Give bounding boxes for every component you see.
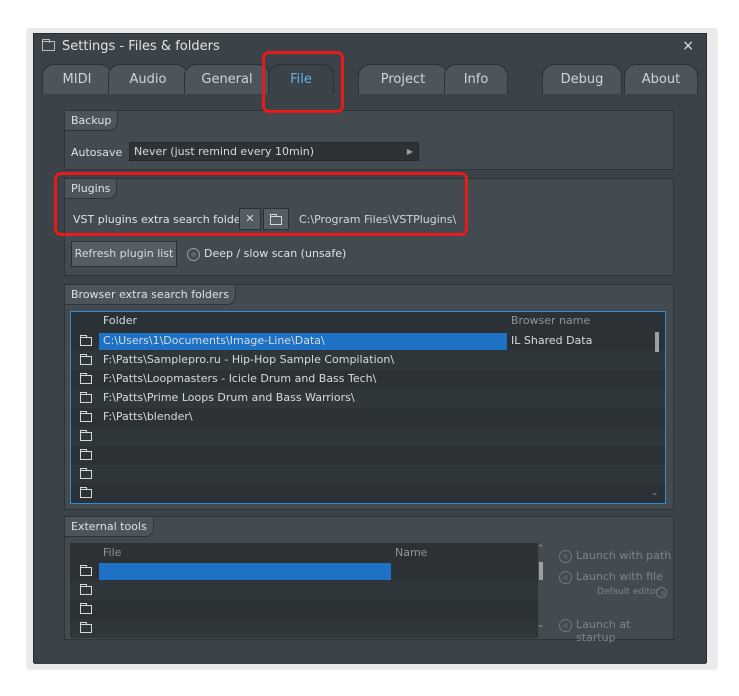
tab-info[interactable]: Info (444, 64, 508, 94)
close-button[interactable]: × (682, 38, 694, 54)
launch-with-path-label: Launch with path (576, 549, 672, 562)
table-row[interactable] (71, 581, 537, 600)
selection-highlight (99, 563, 391, 580)
browser-folders-header: Browser extra search folders (65, 285, 236, 305)
file-tab-highlight (262, 51, 344, 113)
autosave-select[interactable]: Never (just remind every 10min) ▶ (129, 142, 419, 161)
folder-icon (80, 603, 92, 614)
window-title: Settings - Files & folders (62, 39, 220, 54)
title-bar: Settings - Files & folders × (34, 34, 706, 60)
table-row[interactable] (71, 427, 665, 446)
list-header: File Name (71, 544, 537, 560)
table-row[interactable] (71, 465, 665, 484)
files-folders-content: Backup Autosave Never (just remind every… (34, 94, 706, 664)
tab-audio[interactable]: Audio (108, 64, 188, 94)
folder-path: F:\Patts\Loopmasters - Icicle Drum and B… (103, 372, 377, 385)
backup-panel: Backup Autosave Never (just remind every… (64, 110, 674, 170)
tab-midi[interactable]: MIDI (42, 64, 112, 94)
table-row[interactable]: F:\Patts\blender\ (71, 408, 665, 427)
settings-window: Settings - Files & folders × MIDI Audio … (33, 33, 707, 664)
default-editor-label: Default editor (597, 587, 660, 597)
deep-scan-radio[interactable] (187, 248, 200, 261)
deep-scan-label: Deep / slow scan (unsafe) (204, 247, 347, 260)
list-header: Folder Browser name (71, 312, 665, 328)
browser-folders-panel: Browser extra search folders Folder Brow… (64, 284, 674, 510)
external-tools-panel: External tools File Name ⌃ ⌄ Launch with… (64, 516, 674, 644)
table-row[interactable]: F:\Patts\Loopmasters - Icicle Drum and B… (71, 370, 665, 389)
browser-name: IL Shared Data (511, 334, 593, 347)
folder-icon (80, 430, 92, 441)
table-row[interactable]: F:\Patts\Prime Loops Drum and Bass Warri… (71, 389, 665, 408)
folder-path: F:\Patts\blender\ (103, 410, 193, 423)
folder-icon (80, 449, 92, 460)
default-editor-radio[interactable] (656, 587, 667, 598)
table-row[interactable] (71, 484, 665, 503)
external-tools-list: File Name ⌃ ⌄ (70, 543, 545, 638)
launch-at-startup-label: Launch at startup (576, 618, 631, 644)
folder-icon (80, 392, 92, 403)
launch-with-file-label: Launch with file (576, 570, 663, 583)
launch-with-file-radio[interactable] (559, 571, 572, 584)
folder-icon (80, 411, 92, 422)
tab-about[interactable]: About (624, 64, 698, 94)
chevron-down-icon[interactable]: ⌄ (651, 488, 659, 498)
table-row[interactable] (71, 600, 537, 619)
chevron-right-icon: ▶ (406, 147, 413, 156)
folder-column-header[interactable]: Folder (103, 314, 137, 327)
folder-icon (80, 373, 92, 384)
name-column-header[interactable]: Name (395, 546, 427, 559)
table-row[interactable] (71, 619, 537, 638)
folder-icon (80, 584, 92, 595)
launch-at-startup-radio[interactable] (559, 619, 572, 632)
autosave-label: Autosave (71, 146, 123, 159)
folder-path: F:\Patts\Samplepro.ru - Hip-Hop Sample C… (103, 353, 395, 366)
launch-with-path-radio[interactable] (559, 550, 572, 563)
table-row[interactable]: F:\Patts\Samplepro.ru - Hip-Hop Sample C… (71, 351, 665, 370)
list-scrollbar[interactable] (655, 332, 659, 352)
tab-bar: MIDI Audio General File Project Info Deb… (34, 64, 706, 94)
table-row[interactable]: C:\Users\1\Documents\Image-Line\Data\ IL… (71, 332, 665, 351)
table-row[interactable] (71, 562, 537, 581)
folder-icon (42, 39, 55, 51)
browser-name-column-header[interactable]: Browser name (511, 314, 590, 327)
browser-folders-list: Folder Browser name C:\Users\1\Documents… (70, 311, 666, 504)
list-scrollbar[interactable] (539, 562, 543, 580)
plugins-highlight (54, 172, 468, 236)
chevron-down-icon[interactable]: ⌄ (537, 620, 545, 630)
backup-header: Backup (65, 111, 119, 131)
folder-icon (80, 487, 92, 498)
file-column-header[interactable]: File (103, 546, 121, 559)
folder-icon (80, 468, 92, 479)
folder-path: C:\Users\1\Documents\Image-Line\Data\ (103, 334, 325, 347)
tab-debug[interactable]: Debug (542, 64, 622, 94)
folder-icon (80, 335, 92, 346)
external-tools-header: External tools (65, 517, 154, 537)
table-row[interactable] (71, 446, 665, 465)
folder-icon (80, 354, 92, 365)
chevron-up-icon[interactable]: ⌃ (537, 544, 545, 554)
tab-general[interactable]: General (184, 64, 270, 94)
folder-icon (80, 565, 92, 576)
folder-icon (80, 622, 92, 633)
refresh-plugin-list-button[interactable]: Refresh plugin list (71, 241, 177, 267)
autosave-value: Never (just remind every 10min) (134, 145, 315, 158)
tab-project[interactable]: Project (358, 64, 448, 94)
folder-path: F:\Patts\Prime Loops Drum and Bass Warri… (103, 391, 355, 404)
